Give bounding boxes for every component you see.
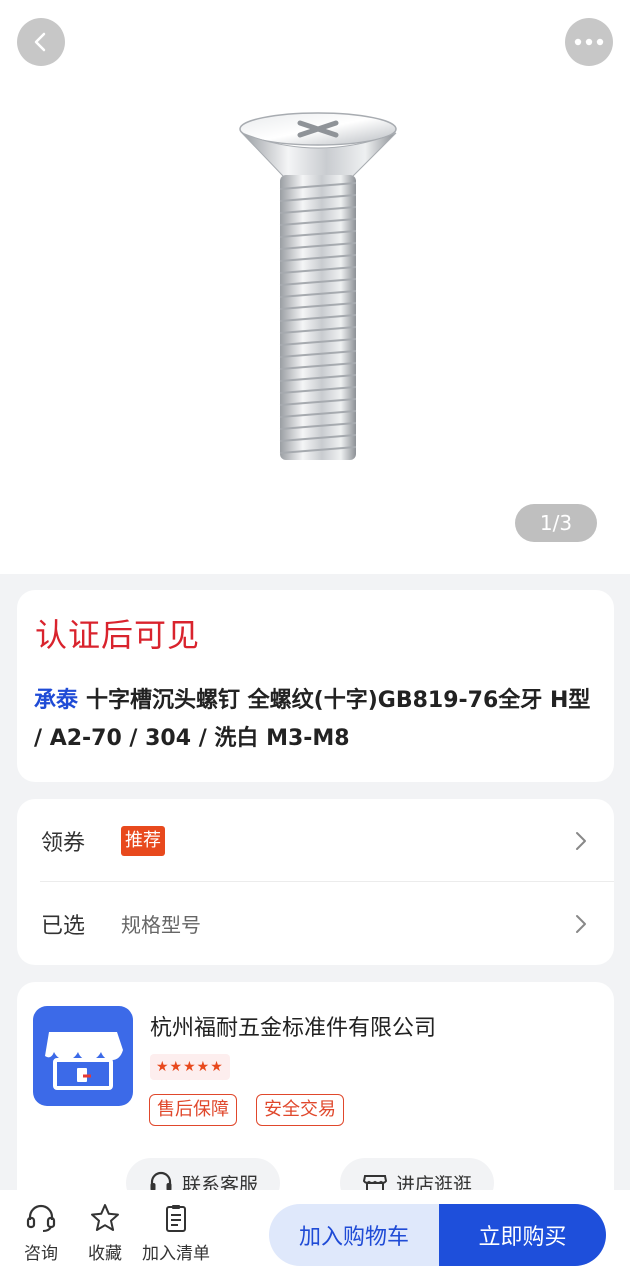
store-logo[interactable] — [33, 1006, 133, 1106]
store-rating: ★★★★★ — [150, 1054, 230, 1080]
star-icon — [91, 1204, 119, 1231]
consult-button[interactable]: 咨询 — [24, 1202, 58, 1264]
more-dots-icon — [574, 38, 604, 46]
price-hint: 认证后可见 — [35, 616, 201, 654]
recommend-badge: 推荐 — [121, 826, 165, 856]
product-title-text: 十字槽沉头螺钉 全螺纹(十字)GB819-76全牙 H型 / A2-70 / 3… — [34, 688, 591, 751]
brand-name[interactable]: 承泰 — [34, 688, 78, 713]
back-button[interactable] — [17, 18, 65, 66]
store-card: 杭州福耐五金标准件有限公司 ★★★★★ 售后保障 安全交易 联系客服 进店逛逛 — [17, 982, 614, 1222]
chevron-right-icon — [576, 832, 586, 850]
headset-icon — [26, 1204, 56, 1232]
image-pager: 1/3 — [515, 504, 597, 542]
product-info-card: 认证后可见 承泰 十字槽沉头螺钉 全螺纹(十字)GB819-76全牙 H型 / A… — [17, 590, 614, 782]
selected-value: 规格型号 — [121, 913, 201, 937]
buy-now-button[interactable]: 立即购买 — [439, 1204, 606, 1266]
consult-label: 咨询 — [24, 1244, 58, 1264]
storefront-icon — [45, 1032, 123, 1090]
tag-after-sale: 售后保障 — [149, 1094, 237, 1126]
selected-label: 已选 — [41, 913, 86, 939]
coupon-label: 领券 — [41, 830, 86, 856]
add-list-label: 加入清单 — [142, 1244, 210, 1264]
product-gallery[interactable]: 1/3 — [0, 0, 630, 574]
tag-safe-trade: 安全交易 — [256, 1094, 344, 1126]
store-name[interactable]: 杭州福耐五金标准件有限公司 — [150, 1010, 436, 1042]
product-title: 承泰 十字槽沉头螺钉 全螺纹(十字)GB819-76全牙 H型 / A2-70 /… — [34, 682, 604, 758]
clipboard-list-icon — [166, 1205, 186, 1232]
chevron-right-icon — [576, 915, 586, 933]
favorite-button[interactable]: 收藏 — [88, 1202, 122, 1264]
favorite-label: 收藏 — [88, 1244, 122, 1264]
coupon-row[interactable]: 领券 推荐 — [17, 799, 614, 882]
more-button[interactable] — [565, 18, 613, 66]
bottom-action-bar: 咨询 收藏 加入清单 加入购物车 立即购买 — [0, 1190, 630, 1280]
add-list-button[interactable]: 加入清单 — [142, 1202, 210, 1264]
chevron-left-icon — [34, 32, 46, 52]
options-card: 领券 推荐 已选 规格型号 — [17, 799, 614, 965]
add-to-cart-button[interactable]: 加入购物车 — [269, 1204, 439, 1266]
spec-row[interactable]: 已选 规格型号 — [17, 882, 614, 965]
screw-product-image — [239, 112, 397, 460]
